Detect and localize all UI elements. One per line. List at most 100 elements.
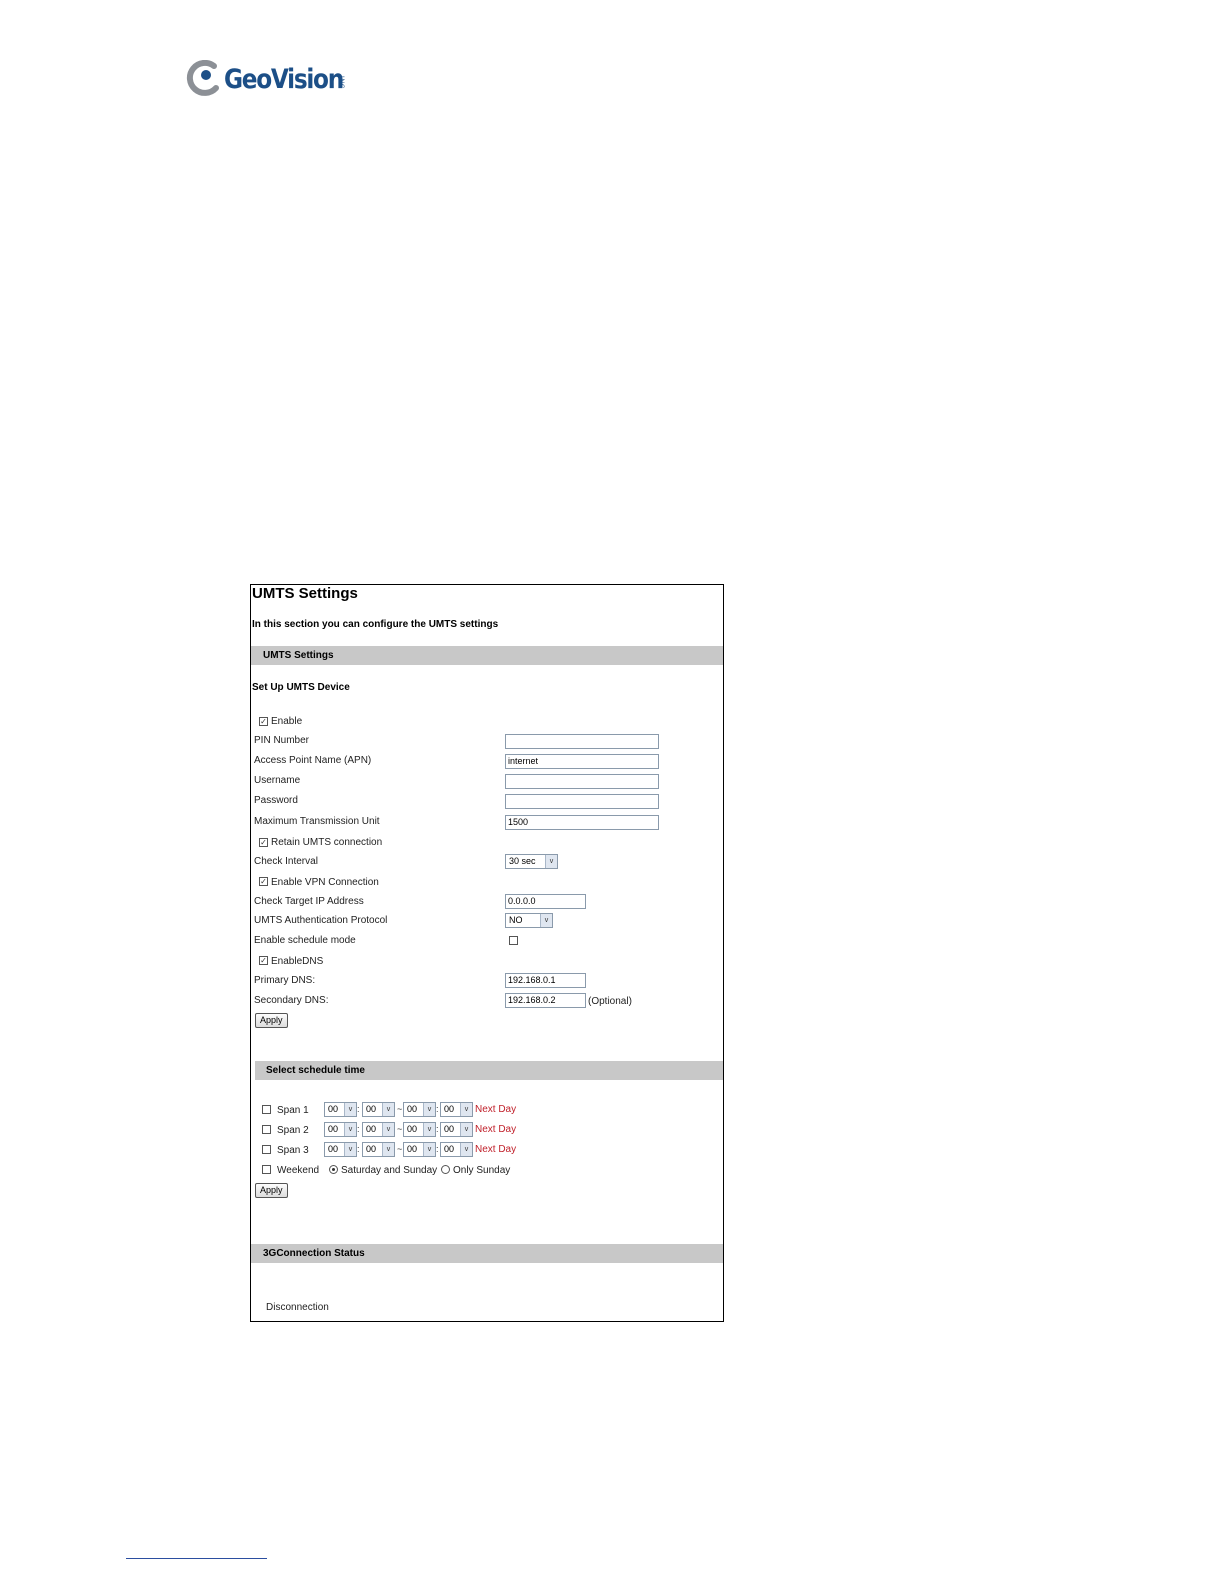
apply-schedule-button[interactable]: Apply [255,1183,288,1198]
secondary-dns-input[interactable]: 192.168.0.2 [505,993,586,1008]
auth-protocol-label: UMTS Authentication Protocol [254,915,388,926]
tilde-separator: ~ [397,1104,403,1114]
auth-protocol-value: NO [509,915,523,925]
chevron-down-icon: v [460,1103,472,1116]
span-1-start-minute-value: 00 [366,1104,377,1114]
umts-settings-bar: UMTS Settings [251,646,723,665]
optional-label: (Optional) [588,996,632,1007]
check-interval-value: 30 sec [509,856,536,866]
pin-label: PIN Number [254,735,310,746]
span-2-start-hour[interactable]: 00 v [324,1122,357,1137]
colon-separator: : [357,1144,360,1154]
span-1-end-minute[interactable]: 00 v [440,1102,473,1117]
enable-dns-checkbox[interactable]: ✓ [259,956,268,965]
schedule-bar-label: Select schedule time [266,1065,365,1076]
span-1-end-minute-value: 00 [444,1104,455,1114]
chevron-down-icon: v [460,1143,472,1156]
colon-separator: : [436,1104,439,1114]
username-input[interactable] [505,774,659,789]
status-bar-label: 3GConnection Status [263,1248,365,1259]
target-ip-label: Check Target IP Address [254,896,364,907]
schedule-mode-checkbox[interactable] [509,936,518,945]
span-3-start-minute[interactable]: 00 v [362,1142,395,1157]
span-3-start-hour[interactable]: 00 v [324,1142,357,1157]
span-2-end-minute-value: 00 [444,1124,455,1134]
span-2-start-hour-value: 00 [328,1124,339,1134]
pin-input[interactable] [505,734,659,749]
enable-label: Enable [271,716,303,727]
page-subtitle: In this section you can configure the UM… [252,619,499,630]
retain-umts-checkbox[interactable]: ✓ [259,838,268,847]
password-input[interactable] [505,794,659,809]
auth-protocol-select[interactable]: NO v [505,913,553,928]
weekend-label: Weekend [277,1165,320,1176]
umts-settings-panel: UMTS Settings In this section you can co… [250,584,724,1322]
chevron-down-icon: v [423,1103,435,1116]
target-ip-input[interactable]: 0.0.0.0 [505,894,586,909]
chevron-down-icon: v [382,1143,394,1156]
chevron-down-icon: v [382,1103,394,1116]
span-1-start-hour[interactable]: 00 v [324,1102,357,1117]
geovision-logo: GeoVision INC [186,58,366,102]
chevron-down-icon: v [344,1103,356,1116]
apn-input[interactable]: internet [505,754,659,769]
span-2-end-hour-value: 00 [407,1124,418,1134]
colon-separator: : [357,1104,360,1114]
chevron-down-icon: v [423,1143,435,1156]
tilde-separator: ~ [397,1144,403,1154]
colon-separator: : [436,1124,439,1134]
span-2-checkbox[interactable] [262,1125,271,1134]
weekend-checkbox[interactable] [262,1165,271,1174]
span-2-end-minute[interactable]: 00 v [440,1122,473,1137]
span-1-end-hour[interactable]: 00 v [403,1102,436,1117]
span-3-checkbox[interactable] [262,1145,271,1154]
enable-vpn-checkbox[interactable]: ✓ [259,877,268,886]
primary-dns-input[interactable]: 192.168.0.1 [505,973,586,988]
check-icon: ✓ [260,956,267,965]
span-2-next-day: Next Day [475,1124,517,1135]
check-icon: ✓ [260,877,267,886]
span-2-start-minute[interactable]: 00 v [362,1122,395,1137]
check-icon: ✓ [260,838,267,847]
tilde-separator: ~ [397,1124,403,1134]
apply-umts-button[interactable]: Apply [255,1013,288,1028]
span-3-end-minute[interactable]: 00 v [440,1142,473,1157]
chevron-down-icon: v [540,914,552,927]
weekend-only-sunday-label: Only Sunday [453,1165,511,1176]
span-3-next-day: Next Day [475,1144,517,1155]
span-3-end-hour[interactable]: 00 v [403,1142,436,1157]
span-2-start-minute-value: 00 [366,1124,377,1134]
check-interval-select[interactable]: 30 sec v [505,854,558,869]
span-1-label: Span 1 [277,1105,309,1116]
check-interval-label: Check Interval [254,856,318,867]
weekend-sat-sun-radio[interactable] [329,1165,338,1174]
logo-inc: INC [338,76,344,90]
span-1-checkbox[interactable] [262,1105,271,1114]
password-label: Password [254,795,298,806]
footer-link-underline [126,1558,267,1559]
span-1-start-minute[interactable]: 00 v [362,1102,395,1117]
page-title: UMTS Settings [252,585,358,602]
enable-dns-label: EnableDNS [271,956,324,967]
logo-text: GeoVision [224,64,344,95]
setup-heading: Set Up UMTS Device [252,682,350,693]
span-3-start-minute-value: 00 [366,1144,377,1154]
span-2-end-hour[interactable]: 00 v [403,1122,436,1137]
username-label: Username [254,775,301,786]
mtu-input[interactable]: 1500 [505,815,659,830]
span-1-start-hour-value: 00 [328,1104,339,1114]
span-2-label: Span 2 [277,1125,309,1136]
connection-status: Disconnection [266,1302,329,1313]
retain-umts-label: Retain UMTS connection [271,837,383,848]
geovision-logo-icon [186,60,219,96]
weekend-sat-sun-label: Saturday and Sunday [341,1165,438,1176]
chevron-down-icon: v [344,1123,356,1136]
weekend-only-sunday-radio[interactable] [441,1165,450,1174]
primary-dns-label: Primary DNS: [254,975,316,986]
span-3-end-hour-value: 00 [407,1144,418,1154]
check-icon: ✓ [260,717,267,726]
enable-checkbox[interactable]: ✓ [259,717,268,726]
enable-vpn-label: Enable VPN Connection [271,877,379,888]
span-3-start-hour-value: 00 [328,1144,339,1154]
chevron-down-icon: v [344,1143,356,1156]
